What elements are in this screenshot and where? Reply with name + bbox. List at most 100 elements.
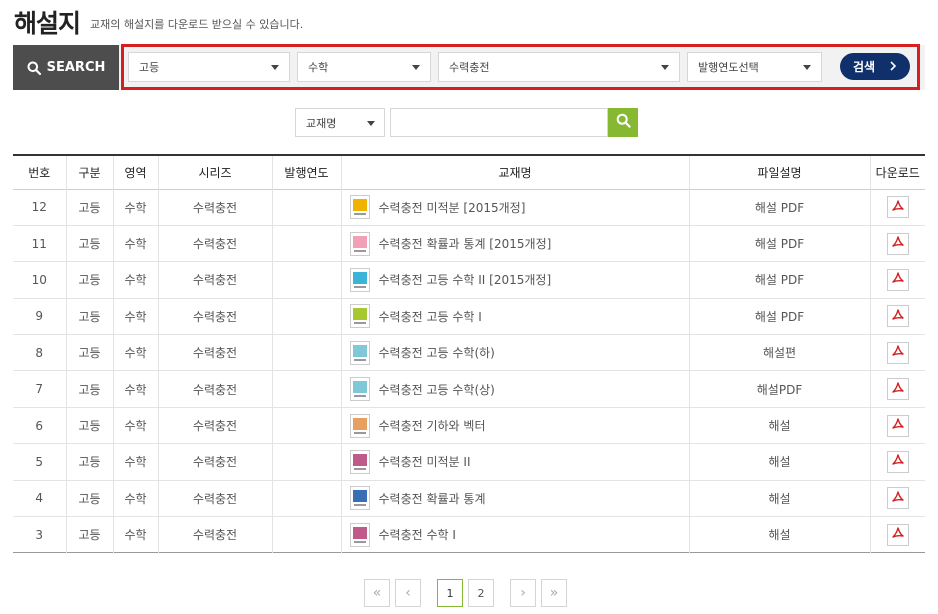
cell-series: 수력충전 xyxy=(158,516,273,553)
search-label-text: SEARCH xyxy=(46,60,106,75)
cell-area: 수학 xyxy=(113,443,159,481)
book-title-link[interactable]: 수력충전 고등 수학(상) xyxy=(379,381,495,398)
cell-area: 수학 xyxy=(113,225,159,262)
pager-spacer xyxy=(426,579,432,607)
book-cover-thumbnail xyxy=(349,304,370,329)
pdf-download-button[interactable] xyxy=(886,378,909,401)
cell-desc: 해설 xyxy=(689,443,871,481)
cell-download xyxy=(870,262,925,298)
cell-title: 수력충전 기하와 벡터 xyxy=(341,407,690,444)
cell-download xyxy=(870,371,925,407)
filter-search-button[interactable] xyxy=(608,108,638,137)
cell-no: 8 xyxy=(13,334,67,371)
book-title-link[interactable]: 수력충전 수학 I xyxy=(379,526,456,543)
solutions-table: 번호 구분 영역 시리즈 발행연도 교재명 파일설명 다운로드 12 고등 수학 수력… xyxy=(13,154,925,553)
header-no: 번호 xyxy=(13,155,67,189)
page-title: 해설지 xyxy=(14,9,81,38)
pdf-download-button[interactable] xyxy=(886,341,909,364)
cell-download xyxy=(870,444,925,480)
book-title-link[interactable]: 수력충전 고등 수학(하) xyxy=(379,344,495,361)
header-series: 시리즈 xyxy=(158,155,273,189)
book-cover-thumbnail xyxy=(349,449,370,474)
cell-title: 수력충전 고등 수학 I xyxy=(341,298,690,335)
cell-year xyxy=(272,407,342,444)
next-page-button[interactable]: › xyxy=(510,579,536,607)
page-subtitle: 교재의 해설지를 다운로드 받으실 수 있습니다. xyxy=(90,18,304,31)
pdf-icon xyxy=(892,491,904,506)
book-title-link[interactable]: 수력충전 기하와 벡터 xyxy=(379,417,486,434)
cell-level: 고등 xyxy=(66,443,114,481)
prev-page-button[interactable]: ‹ xyxy=(395,579,421,607)
pagination: « ‹ 1 2 › » xyxy=(364,579,567,607)
cell-year xyxy=(272,334,342,371)
cell-desc: 해설 PDF xyxy=(689,261,871,299)
book-title-link[interactable]: 수력충전 미적분 II xyxy=(379,453,471,470)
pdf-download-button[interactable] xyxy=(886,305,909,328)
table-row: 4 고등 수학 수력충전 수력충전 확률과 통계 해설 xyxy=(13,480,925,517)
pdf-download-button[interactable] xyxy=(886,232,909,255)
book-title-link[interactable]: 수력충전 고등 수학 I xyxy=(379,308,482,325)
last-page-button[interactable]: » xyxy=(541,579,567,607)
cell-series: 수력충전 xyxy=(158,261,273,299)
cell-series: 수력충전 xyxy=(158,189,273,226)
cell-download xyxy=(870,225,925,261)
book-title-link[interactable]: 수력충전 고등 수학 II [2015개정] xyxy=(379,271,552,288)
header-download: 다운로드 xyxy=(875,165,920,180)
cell-level: 고등 xyxy=(66,334,114,371)
pdf-download-button[interactable] xyxy=(886,268,909,291)
pdf-download-button[interactable] xyxy=(886,523,909,546)
cell-desc: 해설PDF xyxy=(689,370,871,408)
cell-download xyxy=(870,480,925,516)
table-row: 9 고등 수학 수력충전 수력충전 고등 수학 I 해설 PDF xyxy=(13,298,925,335)
pdf-icon xyxy=(892,345,904,360)
cell-desc: 해설 PDF xyxy=(689,189,871,226)
table-body: 12 고등 수학 수력충전 수력충전 미적분 [2015개정] 해설 PDF 11 고등 수학 수… xyxy=(13,189,925,553)
book-title-link[interactable]: 수력충전 미적분 [2015개정] xyxy=(379,199,526,216)
book-title-link[interactable]: 수력충전 확률과 통계 [2015개정] xyxy=(379,235,552,252)
table-row: 8 고등 수학 수력충전 수력충전 고등 수학(하) 해설편 xyxy=(13,334,925,371)
pdf-icon xyxy=(892,309,904,324)
first-page-button[interactable]: « xyxy=(364,579,390,607)
cell-level: 고등 xyxy=(66,480,114,517)
cell-no: 6 xyxy=(13,407,67,444)
cell-series: 수력충전 xyxy=(158,443,273,481)
page-button-1[interactable]: 1 xyxy=(437,579,463,607)
pdf-download-button[interactable] xyxy=(886,487,909,510)
cell-desc: 해설 xyxy=(689,407,871,444)
table-row: 5 고등 수학 수력충전 수력충전 미적분 II 해설 xyxy=(13,443,925,481)
cell-year xyxy=(272,443,342,481)
cell-year xyxy=(272,480,342,517)
cell-desc: 해설 PDF xyxy=(689,225,871,262)
book-cover-thumbnail xyxy=(349,522,370,547)
pdf-icon xyxy=(892,418,904,433)
book-cover-thumbnail xyxy=(349,377,370,402)
book-cover-thumbnail xyxy=(349,267,370,292)
cell-title: 수력충전 고등 수학 II [2015개정] xyxy=(341,261,690,299)
cell-series: 수력충전 xyxy=(158,334,273,371)
cell-level: 고등 xyxy=(66,298,114,335)
pdf-icon xyxy=(892,236,904,251)
cell-series: 수력충전 xyxy=(158,480,273,517)
filter-search-input[interactable] xyxy=(390,108,608,137)
cell-no: 5 xyxy=(13,443,67,481)
pager-spacer xyxy=(499,579,505,607)
pdf-download-button[interactable] xyxy=(886,414,909,437)
filter-field-select[interactable]: 교재명 xyxy=(295,108,385,137)
pdf-icon xyxy=(892,381,904,397)
book-cover-thumbnail xyxy=(349,195,370,220)
cell-no: 9 xyxy=(13,298,67,335)
cell-no: 12 xyxy=(13,189,67,226)
cell-area: 수학 xyxy=(113,516,159,553)
cell-title: 수력충전 미적분 II xyxy=(341,443,690,481)
filter-field-value: 교재명 xyxy=(306,116,337,130)
cell-download xyxy=(870,407,925,443)
cell-no: 10 xyxy=(13,261,67,299)
cell-series: 수력충전 xyxy=(158,370,273,408)
cell-level: 고등 xyxy=(66,407,114,444)
cell-year xyxy=(272,370,342,408)
cell-no: 7 xyxy=(13,370,67,408)
page-button-2[interactable]: 2 xyxy=(468,579,494,607)
book-title-link[interactable]: 수력충전 확률과 통계 xyxy=(379,490,486,507)
pdf-download-button[interactable] xyxy=(886,196,909,219)
pdf-download-button[interactable] xyxy=(886,450,909,473)
